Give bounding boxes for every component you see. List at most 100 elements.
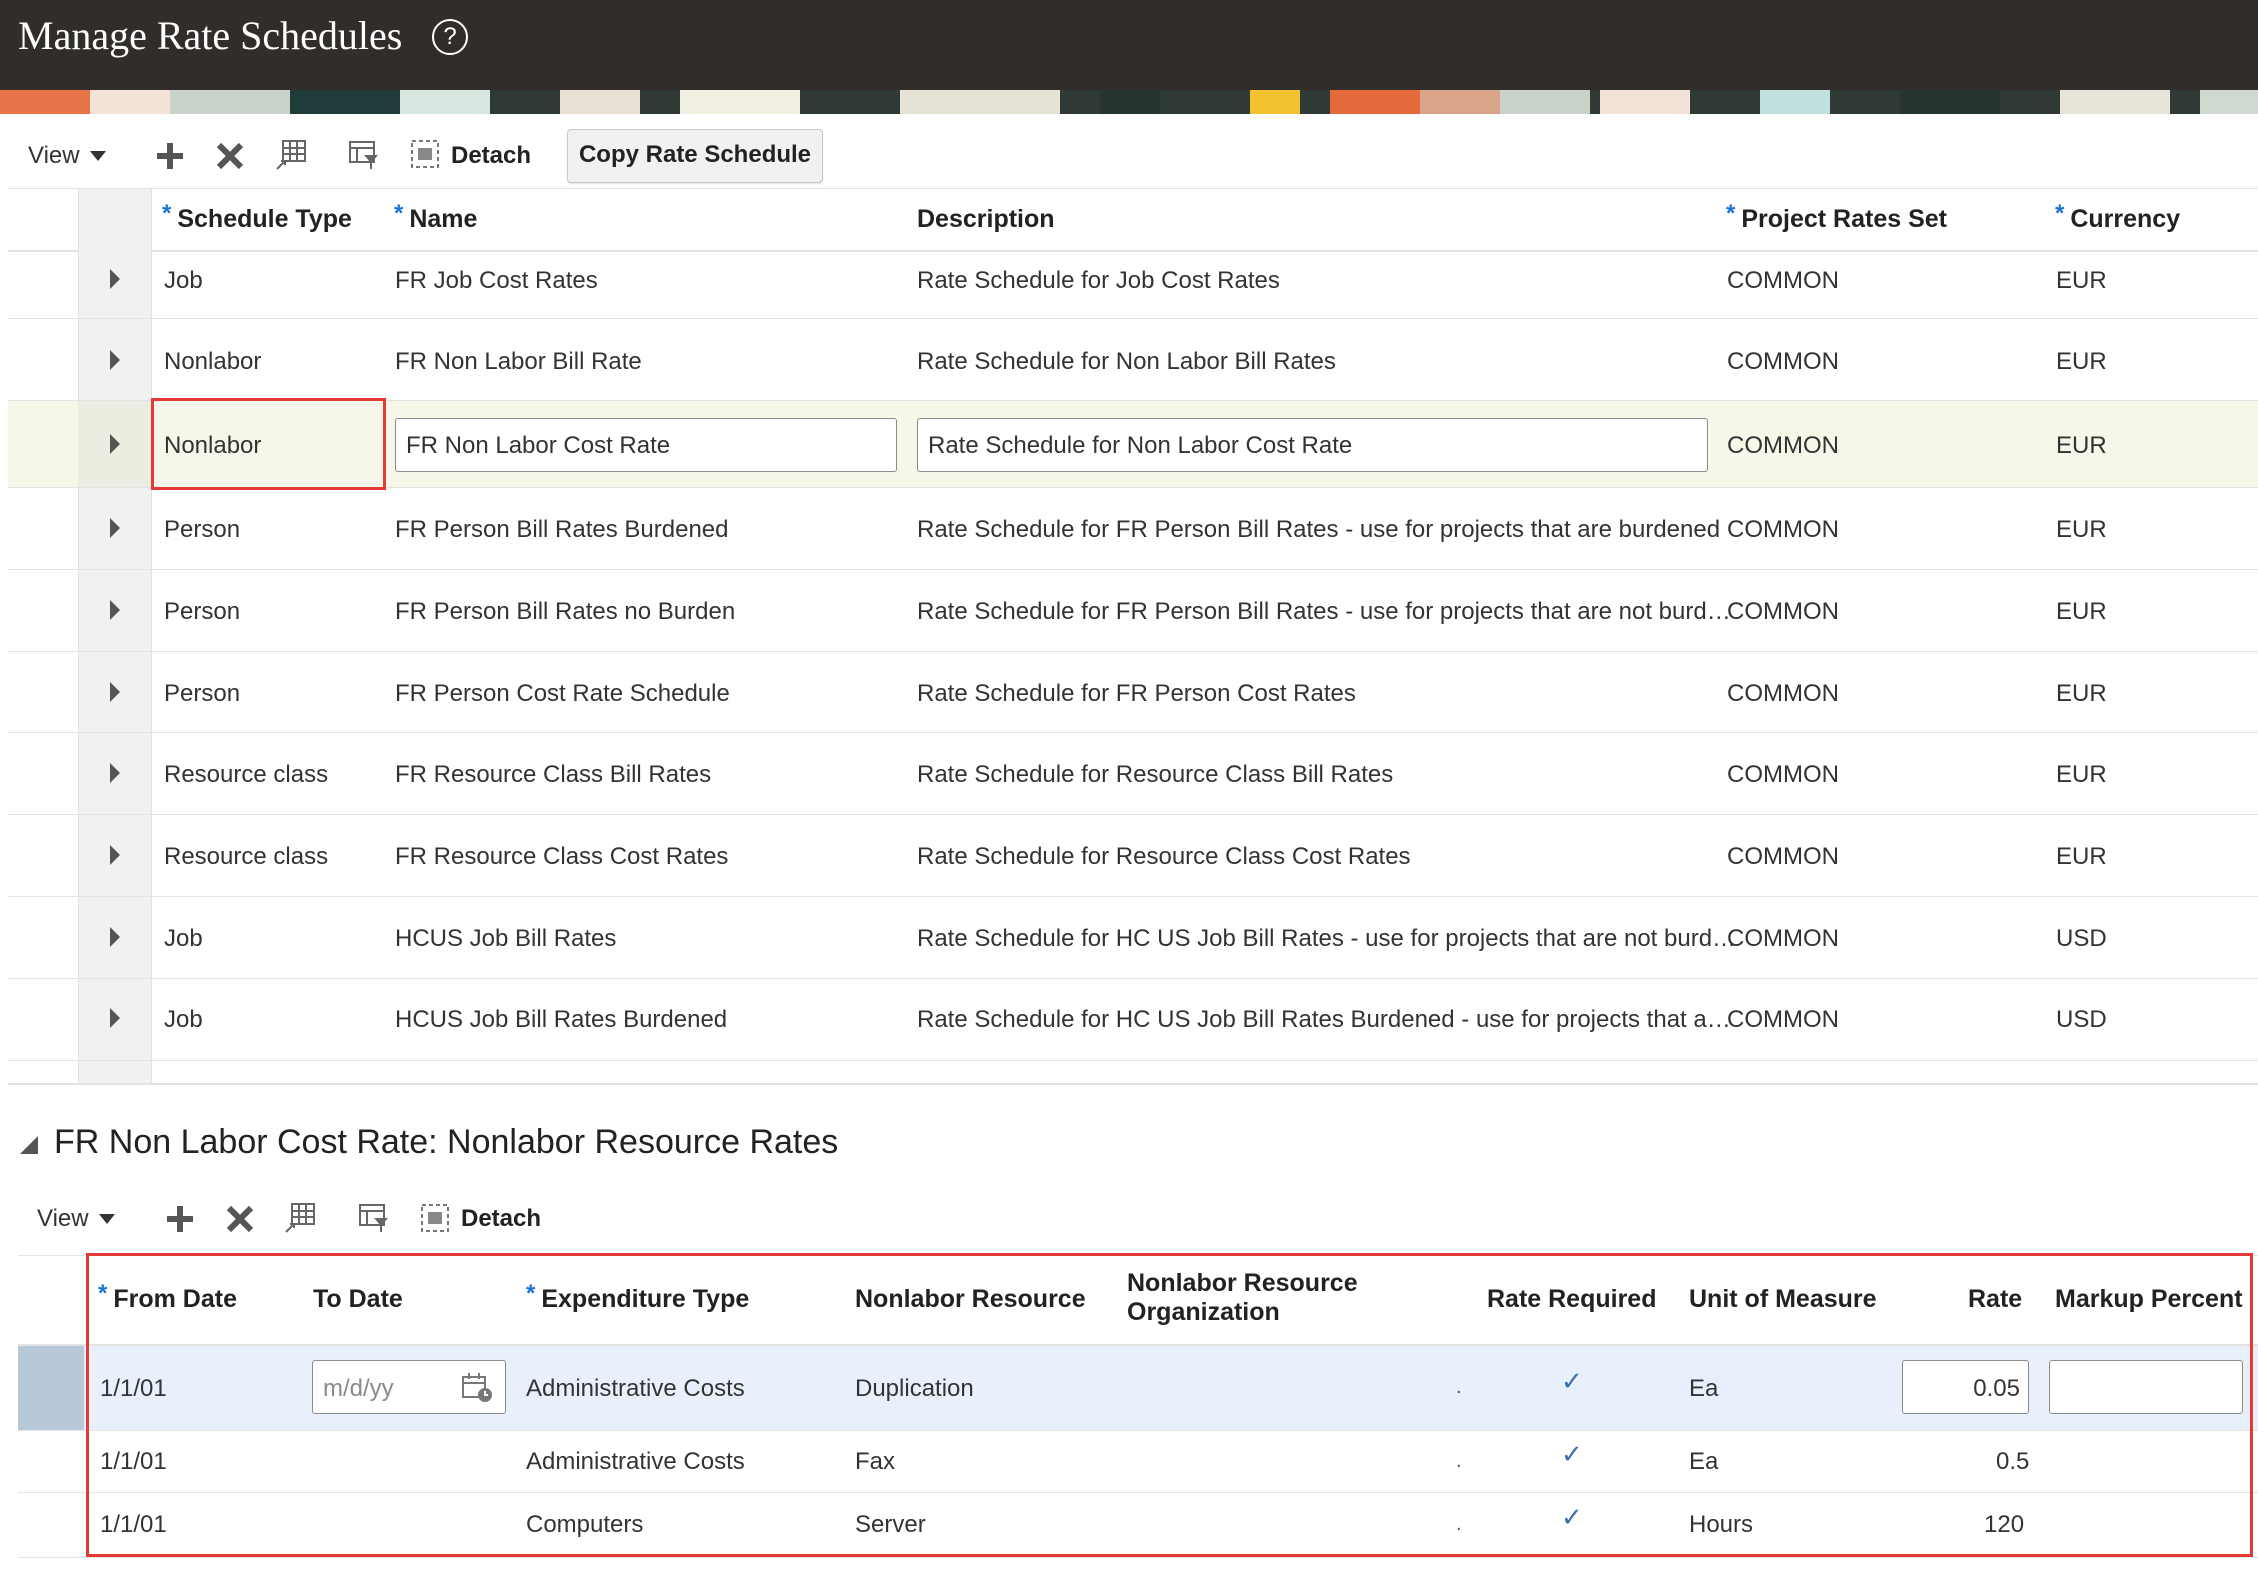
cell-currency[interactable]: EUR: [2056, 348, 2107, 376]
detail-view-menu[interactable]: View: [37, 1197, 115, 1241]
cell-currency[interactable]: EUR: [2056, 598, 2107, 626]
help-icon[interactable]: ?: [432, 19, 468, 55]
cell-name[interactable]: HCUS Job Bill Rates: [395, 925, 616, 953]
expand-row-icon[interactable]: [110, 434, 120, 454]
column-header-project-rates-set[interactable]: * Project Rates Set: [1726, 200, 1947, 234]
table-bottom-border: [8, 1083, 2258, 1085]
cell-currency[interactable]: USD: [2056, 925, 2107, 953]
query-by-example-icon[interactable]: [358, 1202, 390, 1234]
add-icon[interactable]: [155, 141, 185, 171]
cell-description[interactable]: Rate Schedule for Non Labor Bill Rates: [917, 348, 1336, 376]
cell-description[interactable]: Rate Schedule for Resource Class Bill Ra…: [917, 761, 1393, 789]
row-divider: [8, 569, 2258, 570]
cell-name[interactable]: FR Resource Class Cost Rates: [395, 843, 728, 871]
cell-schedule-type[interactable]: Job: [164, 925, 203, 953]
row-divider: [8, 732, 2258, 733]
chevron-down-icon: [89, 151, 106, 161]
column-header-name[interactable]: * Name: [394, 200, 477, 234]
expand-row-icon[interactable]: [110, 350, 120, 370]
cell-rates-set[interactable]: COMMON: [1727, 348, 1839, 376]
cell-name[interactable]: FR Non Labor Bill Rate: [395, 348, 642, 376]
cell-currency[interactable]: EUR: [2056, 843, 2107, 871]
copy-rate-schedule-button[interactable]: Copy Rate Schedule: [567, 129, 823, 183]
expand-row-icon[interactable]: [110, 845, 120, 865]
column-header-schedule-type[interactable]: * Schedule Type: [162, 200, 352, 234]
row-divider: [8, 318, 2258, 319]
cell-rates-set[interactable]: COMMON: [1727, 761, 1839, 789]
cell-rates-set[interactable]: COMMON: [1727, 843, 1839, 871]
column-divider: [151, 189, 152, 1084]
expand-row-icon[interactable]: [110, 269, 120, 289]
delete-icon[interactable]: [215, 141, 245, 171]
cell-name[interactable]: FR Person Bill Rates no Burden: [395, 598, 735, 626]
cell-description[interactable]: Rate Schedule for Job Cost Rates: [917, 267, 1280, 295]
row-header-column: [78, 189, 151, 1084]
detach-icon[interactable]: [420, 1203, 450, 1233]
cell-description[interactable]: Rate Schedule for HC US Job Bill Rates -…: [917, 925, 1736, 953]
cell-schedule-type[interactable]: Nonlabor: [164, 348, 261, 376]
cell-name[interactable]: FR Person Bill Rates Burdened: [395, 516, 729, 544]
cell-name[interactable]: FR Person Cost Rate Schedule: [395, 680, 730, 708]
chevron-down-icon: [98, 1214, 115, 1224]
expand-row-icon[interactable]: [110, 682, 120, 702]
row-header-selected: [18, 1346, 84, 1430]
required-asterisk: *: [2055, 200, 2065, 227]
cell-rates-set[interactable]: COMMON: [1727, 680, 1839, 708]
cell-schedule-type[interactable]: Person: [164, 516, 240, 544]
detail-section-title: FR Non Labor Cost Rate: Nonlabor Resourc…: [54, 1123, 839, 1161]
cell-schedule-type[interactable]: Resource class: [164, 761, 328, 789]
row-divider: [8, 814, 2258, 815]
cell-schedule-type[interactable]: Person: [164, 680, 240, 708]
cell-schedule-type[interactable]: Person: [164, 598, 240, 626]
cell-currency[interactable]: EUR: [2056, 680, 2107, 708]
highlight-box: [151, 398, 386, 490]
cell-currency[interactable]: EUR: [2056, 267, 2107, 295]
detail-detach-button[interactable]: Detach: [461, 1197, 541, 1241]
expand-row-icon[interactable]: [110, 600, 120, 620]
cell-name[interactable]: HCUS Job Bill Rates Burdened: [395, 1006, 727, 1034]
description-input-value: Rate Schedule for Non Labor Cost Rate: [928, 432, 1353, 459]
cell-description[interactable]: Rate Schedule for FR Person Cost Rates: [917, 680, 1356, 708]
expand-row-icon[interactable]: [110, 763, 120, 783]
cell-rates-set[interactable]: COMMON: [1727, 267, 1839, 295]
highlight-box: [86, 1253, 2253, 1557]
name-input[interactable]: FR Non Labor Cost Rate: [395, 418, 897, 472]
add-icon[interactable]: [165, 1204, 195, 1234]
cell-schedule-type[interactable]: Job: [164, 1006, 203, 1034]
cell-schedule-type[interactable]: Resource class: [164, 843, 328, 871]
cell-rates-set[interactable]: COMMON: [1727, 925, 1839, 953]
expand-row-icon[interactable]: [110, 927, 120, 947]
cell-rates-set[interactable]: COMMON: [1727, 516, 1839, 544]
view-menu[interactable]: View: [28, 134, 106, 178]
column-header-currency[interactable]: * Currency: [2055, 200, 2180, 234]
cell-rates-set[interactable]: COMMON: [1727, 598, 1839, 626]
detach-button[interactable]: Detach: [451, 134, 531, 178]
cell-currency[interactable]: EUR: [2056, 432, 2107, 460]
cell-rates-set[interactable]: COMMON: [1727, 432, 1839, 460]
cell-currency[interactable]: EUR: [2056, 516, 2107, 544]
required-asterisk: *: [394, 200, 404, 227]
collapse-section-icon[interactable]: [20, 1136, 38, 1154]
row-divider: [8, 651, 2258, 652]
description-input[interactable]: Rate Schedule for Non Labor Cost Rate: [917, 418, 1708, 472]
delete-icon[interactable]: [225, 1204, 255, 1234]
column-header-description[interactable]: Description: [917, 205, 1055, 234]
detach-icon[interactable]: [410, 139, 440, 169]
cell-rates-set[interactable]: COMMON: [1727, 1006, 1839, 1034]
row-divider: [8, 978, 2258, 979]
freeze-columns-icon[interactable]: [284, 1202, 316, 1234]
cell-description[interactable]: Rate Schedule for FR Person Bill Rates -…: [917, 516, 1720, 544]
cell-name[interactable]: FR Job Cost Rates: [395, 267, 598, 295]
query-by-example-icon[interactable]: [348, 139, 380, 171]
expand-row-icon[interactable]: [110, 518, 120, 538]
cell-name[interactable]: FR Resource Class Bill Rates: [395, 761, 711, 789]
cell-currency[interactable]: USD: [2056, 1006, 2107, 1034]
required-asterisk: *: [162, 200, 172, 227]
cell-description[interactable]: Rate Schedule for FR Person Bill Rates -…: [917, 598, 1731, 626]
freeze-columns-icon[interactable]: [275, 139, 307, 171]
cell-description[interactable]: Rate Schedule for HC US Job Bill Rates B…: [917, 1006, 1731, 1034]
cell-currency[interactable]: EUR: [2056, 761, 2107, 789]
expand-row-icon[interactable]: [110, 1008, 120, 1028]
cell-description[interactable]: Rate Schedule for Resource Class Cost Ra…: [917, 843, 1411, 871]
cell-schedule-type[interactable]: Job: [164, 267, 203, 295]
